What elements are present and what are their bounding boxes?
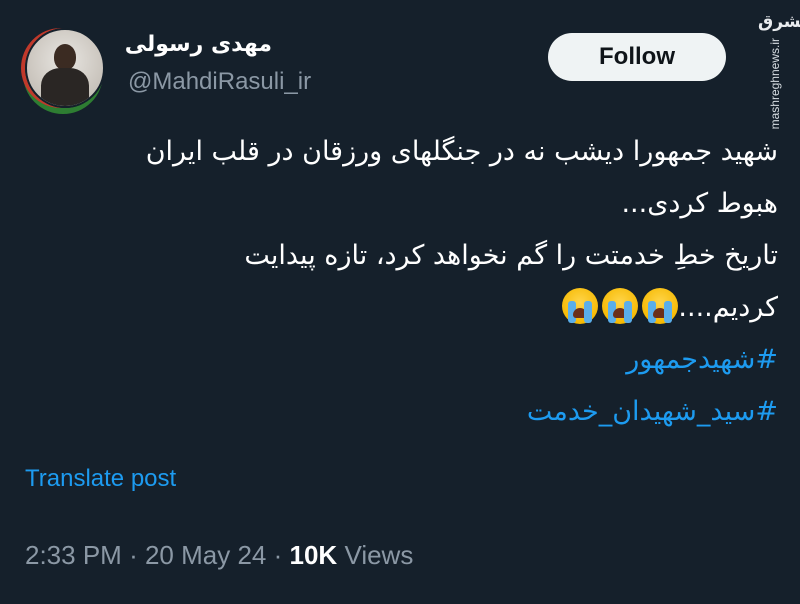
post-time[interactable]: 2:33 PM bbox=[25, 540, 122, 570]
author-name[interactable]: مهدی رسولی bbox=[125, 32, 272, 57]
watermark-site: mashreghnews.ir bbox=[768, 38, 782, 130]
meta-separator: · bbox=[129, 540, 138, 570]
post-date[interactable]: 20 May 24 bbox=[145, 540, 266, 570]
avatar-body bbox=[41, 68, 89, 106]
watermark: مشرق mashreghnews.ir bbox=[748, 8, 800, 129]
meta-separator: · bbox=[273, 540, 283, 570]
author-handle[interactable]: @MahdiRasuli_ir bbox=[128, 68, 311, 96]
follow-button[interactable]: Follow bbox=[548, 33, 726, 81]
translate-post-link[interactable]: Translate post bbox=[25, 465, 176, 493]
post-meta: 2:33 PM · 20 May 24 · 10K Views bbox=[25, 540, 413, 571]
post-line-with-emojis: کردیم.... bbox=[28, 282, 778, 334]
post-line: شهید جمهورا دیشب نه در جنگلهای ورزقان در… bbox=[145, 136, 778, 167]
author-avatar[interactable] bbox=[25, 28, 105, 108]
post-line: کردیم.... bbox=[678, 292, 778, 323]
post-line: تاریخ خطِ خدمتت را گم نخواهد کرد، تازه پ… bbox=[244, 240, 778, 271]
avatar-head bbox=[54, 44, 76, 70]
crying-face-icon bbox=[602, 288, 639, 324]
views-count[interactable]: 10K bbox=[290, 540, 338, 570]
views-label: Views bbox=[344, 540, 414, 570]
watermark-logo: مشرق bbox=[758, 12, 800, 32]
crying-face-icon bbox=[642, 288, 679, 324]
crying-face-icon bbox=[562, 288, 599, 324]
hashtag-link[interactable]: #سید_شهیدان_خدمت bbox=[28, 386, 778, 438]
post-line: هبوط کردی... bbox=[621, 188, 778, 219]
post-text: شهید جمهورا دیشب نه در جنگلهای ورزقان در… bbox=[28, 126, 778, 438]
hashtag-link[interactable]: #شهیدجمهور bbox=[28, 334, 778, 386]
